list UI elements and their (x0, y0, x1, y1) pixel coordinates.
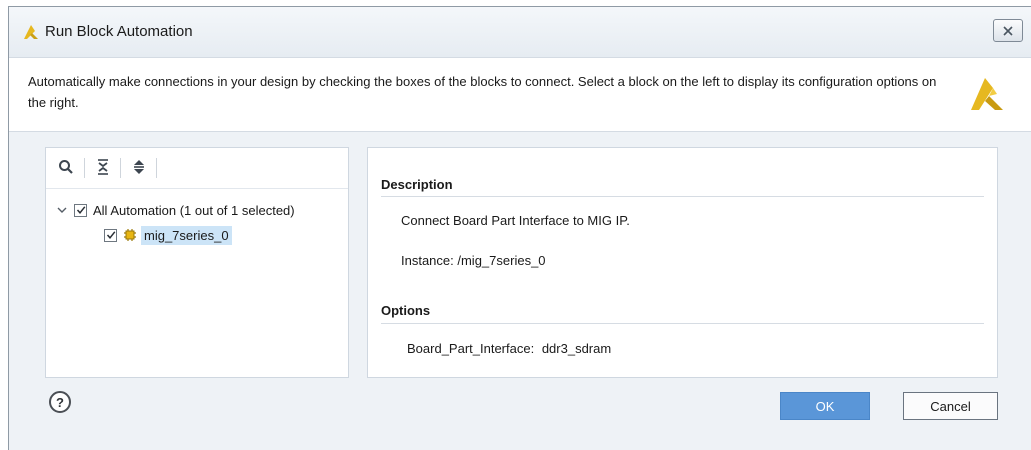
tree-row-all-automation[interactable]: All Automation (1 out of 1 selected) (56, 200, 295, 220)
mig-7series-0-checkbox[interactable] (104, 228, 117, 242)
description-divider (381, 196, 984, 197)
all-automation-checkbox[interactable] (74, 203, 87, 217)
search-icon (59, 160, 73, 174)
instruction-text: Automatically make connections in your d… (28, 74, 937, 110)
tree-row-mig-7series-0[interactable]: mig_7series_0 (104, 225, 232, 245)
ok-button[interactable]: OK (780, 392, 870, 420)
tree-toolbar (46, 148, 348, 189)
board-part-interface-option: Board_Part_Interface: ddr3_sdram (407, 341, 611, 356)
expand-all-icon (134, 160, 144, 174)
help-button[interactable]: ? (49, 391, 71, 413)
mig-7series-0-label[interactable]: mig_7series_0 (141, 225, 232, 245)
checkmark-icon (106, 231, 115, 239)
instruction-banner: Automatically make connections in your d… (9, 57, 1031, 132)
toolbar-separator (120, 158, 121, 178)
board-part-interface-value[interactable]: ddr3_sdram (542, 341, 611, 356)
toolbar-separator (84, 158, 85, 178)
instance-path: Instance: /mig_7series_0 (401, 253, 546, 268)
collapse-all-icon (98, 159, 108, 175)
cancel-button[interactable]: Cancel (903, 392, 998, 420)
expand-all-button[interactable] (129, 157, 149, 177)
collapse-all-button[interactable] (93, 157, 113, 177)
all-automation-label: All Automation (1 out of 1 selected) (93, 202, 295, 218)
options-heading: Options (381, 303, 431, 318)
board-part-interface-label: Board_Part_Interface: (407, 341, 535, 356)
run-block-automation-dialog: Run Block Automation Automatically make … (8, 6, 1031, 450)
details-panel: Description Connect Board Part Interface… (367, 147, 998, 378)
description-text: Connect Board Part Interface to MIG IP. (401, 213, 630, 228)
checkmark-icon (76, 206, 85, 214)
title-bar: Run Block Automation (9, 7, 1031, 57)
search-button[interactable] (56, 157, 76, 177)
description-heading: Description (381, 177, 453, 192)
xilinx-logo-icon (971, 78, 1003, 110)
automation-tree-panel: All Automation (1 out of 1 selected) mig… (45, 147, 349, 378)
close-button[interactable] (993, 19, 1023, 42)
close-icon (1003, 25, 1013, 36)
toolbar-separator (156, 158, 157, 178)
chevron-down-icon[interactable] (56, 204, 68, 216)
options-divider (381, 323, 984, 324)
xilinx-logo-icon (24, 25, 38, 39)
ip-block-icon (124, 229, 136, 241)
window-title: Run Block Automation (45, 23, 193, 40)
